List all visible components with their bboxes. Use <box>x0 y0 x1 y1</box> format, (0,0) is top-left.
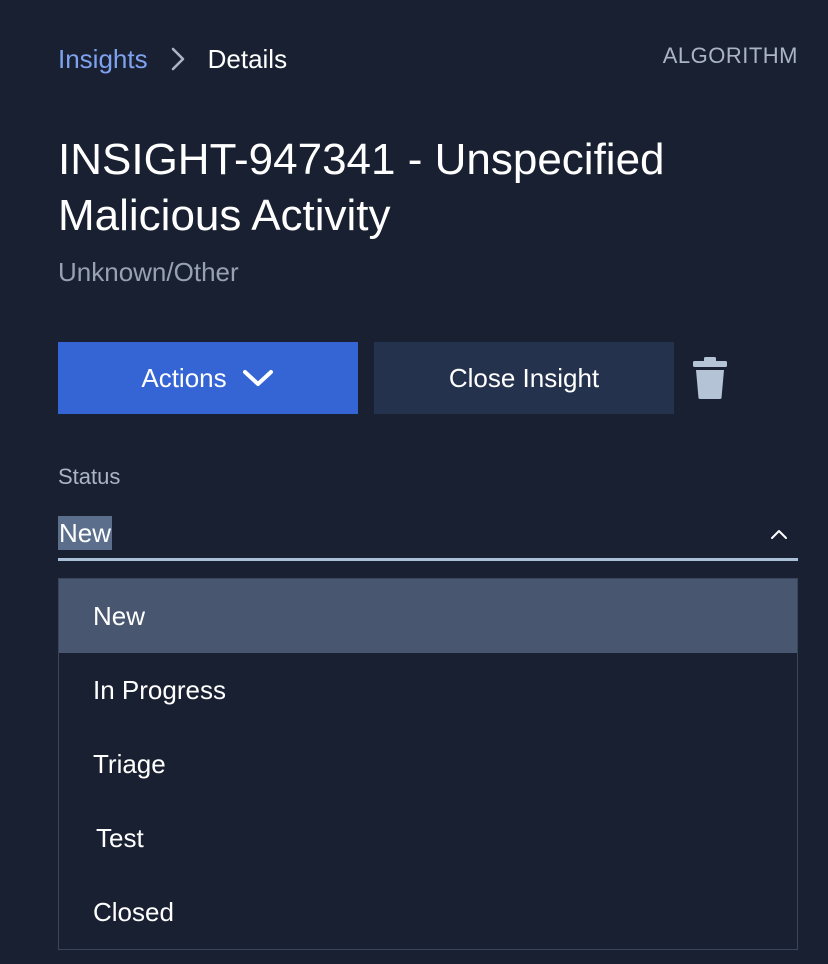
breadcrumb-insights-link[interactable]: Insights <box>58 42 148 76</box>
close-insight-button[interactable]: Close Insight <box>374 342 674 414</box>
status-label: Status <box>58 464 121 489</box>
actions-button[interactable]: Actions <box>58 342 358 414</box>
trash-icon[interactable] <box>692 356 728 400</box>
source-tag: ALGORITHM <box>662 43 798 68</box>
status-select[interactable]: New <box>58 510 798 561</box>
status-option-new[interactable]: New <box>59 579 797 653</box>
chevron-up-icon <box>771 530 787 539</box>
insight-details-page: Insights Details ALGORITHM INSIGHT-94734… <box>0 0 828 964</box>
status-option-in-progress[interactable]: In Progress <box>59 653 797 727</box>
status-option-closed[interactable]: Closed <box>59 875 797 949</box>
chevron-right-icon <box>171 47 184 71</box>
insight-subtitle: Unknown/Other <box>58 257 239 287</box>
status-selected-value: New <box>58 516 113 550</box>
chevron-down-icon <box>242 370 273 386</box>
status-option-triage[interactable]: Triage <box>59 727 797 801</box>
page-title: INSIGHT-947341 - Unspecified Malicious A… <box>58 135 665 240</box>
status-option-test[interactable]: Test <box>59 801 797 875</box>
breadcrumb: Insights Details <box>58 42 287 76</box>
status-dropdown-menu: New In Progress Triage Test Closed <box>58 578 798 950</box>
actions-button-label: Actions <box>141 362 227 393</box>
breadcrumb-current: Details <box>207 44 288 74</box>
close-insight-button-label: Close Insight <box>448 362 600 393</box>
